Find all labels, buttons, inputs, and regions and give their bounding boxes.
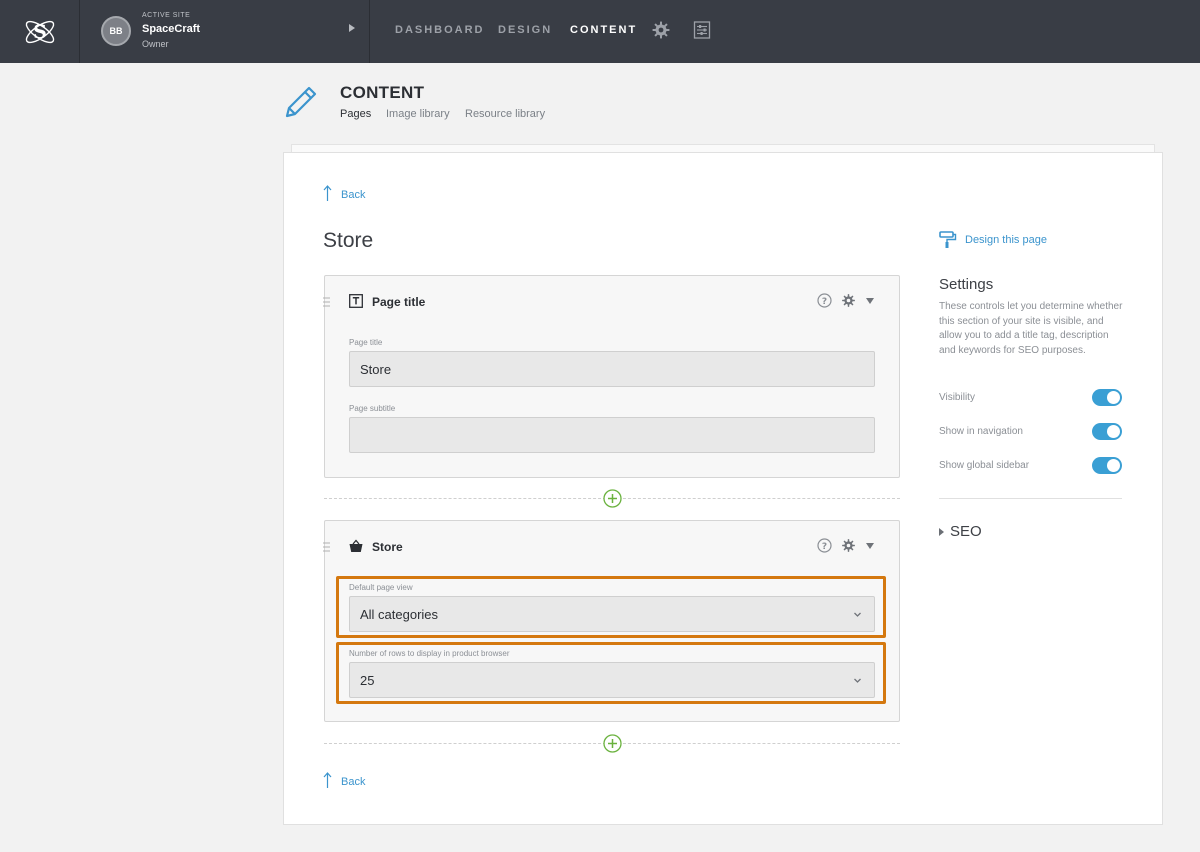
avatar: BB [101,16,131,46]
visibility-toggle[interactable] [1092,389,1122,406]
back-link-top[interactable]: Back [323,185,365,201]
arrow-up-icon [323,772,332,788]
caret-right-icon [939,527,944,536]
arrow-up-icon [323,185,332,201]
shopping-basket-icon [349,539,363,552]
help-icon[interactable]: ? [817,538,832,553]
show-in-navigation-setting: Show in navigation [939,423,1122,441]
highlight-box-rows [336,642,886,704]
play-arrow-icon[interactable] [349,24,355,32]
design-this-page-link[interactable]: Design this page [939,231,1047,249]
back-label: Back [341,189,366,201]
nav-content[interactable]: CONTENT [570,24,637,36]
tab-resource-library[interactable]: Resource library [465,108,545,120]
collapse-caret-icon[interactable] [865,542,875,550]
show-in-navigation-toggle[interactable] [1092,423,1122,440]
active-site-switcher[interactable]: BB ACTIVE SITE SpaceCraft Owner [81,0,370,63]
active-site-label: ACTIVE SITE [142,12,191,19]
block-tools: ? [817,293,875,308]
pencil-icon [285,86,317,118]
back-label: Back [341,776,366,788]
section-title: CONTENT [340,83,425,102]
gear-icon[interactable] [841,293,856,308]
help-icon[interactable]: ? [817,293,832,308]
atom-logo-icon: S [25,20,54,43]
block-title: Store [372,540,403,554]
toggle-label: Visibility [939,392,975,403]
site-role: Owner [142,39,169,49]
app-logo[interactable]: S [0,0,80,63]
toggle-knob [1107,459,1120,472]
svg-text:?: ? [822,542,827,552]
text-t-icon [349,294,363,308]
sliders-icon[interactable] [692,20,712,40]
site-name: SpaceCraft [142,23,201,35]
show-global-sidebar-setting: Show global sidebar [939,457,1122,475]
seo-expander[interactable]: SEO [939,523,982,540]
drag-handle-icon[interactable] [323,297,330,307]
top-bar: S BB ACTIVE SITE SpaceCraft Owner DASHBO… [0,0,1200,63]
gear-icon[interactable] [841,538,856,553]
sidebar-divider [939,498,1122,499]
design-link-label: Design this page [965,234,1047,246]
block-title: Page title [372,295,426,309]
gear-icon[interactable] [651,20,671,40]
page-title: Store [323,229,374,252]
nav-design[interactable]: DESIGN [498,24,552,36]
highlight-box-default-view [336,576,886,638]
page-subtitle-input[interactable] [349,417,875,453]
collapse-caret-icon[interactable] [865,297,875,305]
show-global-sidebar-toggle[interactable] [1092,457,1122,474]
visibility-setting: Visibility [939,389,1122,407]
tab-pages[interactable]: Pages [340,108,371,120]
back-link-bottom[interactable]: Back [323,772,365,788]
settings-description: These controls let you determine whether… [939,301,1123,356]
toggle-knob [1107,391,1120,404]
toggle-label: Show in navigation [939,426,1023,437]
block-tools: ? [817,538,875,553]
page-title-block: Page title ? Page title Store Page subti… [323,275,900,478]
svg-text:S: S [33,21,47,43]
paint-roller-icon [939,231,957,248]
page-title-input[interactable]: Store [349,351,875,387]
settings-heading: Settings [939,276,994,293]
drag-handle-icon[interactable] [323,542,330,552]
field-label: Page title [349,338,383,347]
nav-dashboard[interactable]: DASHBOARD [395,24,485,36]
svg-text:?: ? [822,297,827,307]
toggle-knob [1107,425,1120,438]
seo-label: SEO [950,523,982,540]
add-block-icon[interactable] [603,734,622,753]
content-panel [283,152,1163,825]
tab-image-library[interactable]: Image library [386,108,450,120]
add-block-icon[interactable] [603,489,622,508]
field-label: Page subtitle [349,404,396,413]
toggle-label: Show global sidebar [939,460,1030,471]
